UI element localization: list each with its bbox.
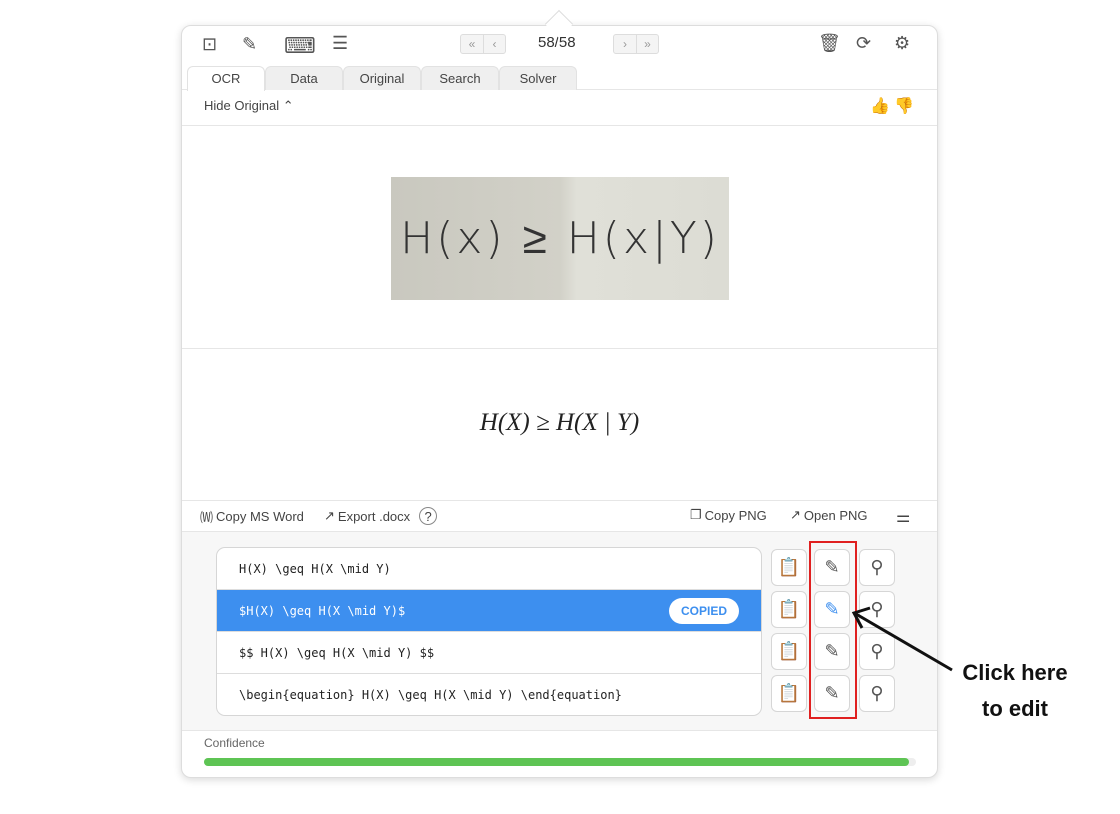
paste-clipboard-button[interactable]: 📋	[771, 633, 807, 670]
action-bar: 🄦 Copy MS Word ↗ Export .docx? ❐ Copy PNG ↗…	[182, 501, 937, 531]
result-row[interactable]: H(X) \geq H(X \mid Y)	[217, 548, 761, 590]
search-icon: ⚲	[870, 683, 884, 703]
copy-png-label: Copy PNG	[704, 507, 767, 523]
result-text: $$ H(X) \geq H(X \mid Y) $$	[239, 646, 435, 660]
result-text: \begin{equation} H(X) \geq H(X \mid Y) \…	[239, 688, 622, 702]
trash-icon[interactable]: 🗑	[818, 33, 841, 54]
export-docx-label: Export .docx	[337, 508, 411, 524]
confidence-fill	[204, 758, 909, 766]
open-png-label: Open PNG	[803, 507, 868, 523]
result-row[interactable]: \begin{equation} H(X) \geq H(X \mid Y) \…	[217, 674, 761, 715]
next-nav: ›»	[613, 34, 659, 54]
first-page-button[interactable]: «	[461, 35, 483, 53]
results-list: H(X) \geq H(X \mid Y) $H(X) \geq H(X \mi…	[216, 547, 762, 716]
copy-icon: ❐	[690, 507, 702, 522]
original-image: H(x) ≥ H(x|Y)	[391, 177, 729, 300]
keyboard-icon[interactable]: ⌨	[284, 33, 316, 59]
prev-page-button[interactable]: ‹	[483, 35, 505, 53]
confidence-bar	[204, 758, 916, 766]
copy-ms-word-label: Copy MS Word	[216, 509, 304, 524]
paste-clipboard-button[interactable]: 📋	[771, 549, 807, 586]
handwritten-formula: H(x) ≥ H(x|Y)	[400, 213, 720, 264]
text-lines-icon[interactable]: ☰	[332, 33, 348, 54]
crop-screen-icon[interactable]: ⊡	[202, 34, 217, 55]
refresh-icon[interactable]: ⟳	[856, 33, 871, 54]
open-png-button[interactable]: ↗ Open PNG	[790, 507, 868, 523]
sliders-icon[interactable]: ⚌	[896, 507, 910, 527]
tab-solver[interactable]: Solver	[499, 66, 577, 90]
app-window: ⊡ ✎ ⌨ ☰ «‹ 58/58 ›» 🗑 ⟳ ⚙ OCR Data Origi…	[181, 25, 938, 778]
search-button[interactable]: ⚲	[859, 549, 895, 586]
thumbs-up-icon[interactable]: 👍	[870, 96, 890, 116]
tab-bar: OCR Data Original Search Solver	[182, 64, 937, 91]
divider	[182, 125, 937, 126]
arrow-line	[855, 612, 953, 672]
search-icon: ⚲	[870, 557, 884, 577]
result-row[interactable]: $$ H(X) \geq H(X \mid Y) $$	[217, 632, 761, 674]
clipboard-icon: 📋	[777, 683, 801, 703]
hide-original-toggle[interactable]: Hide Original ⌃	[204, 98, 294, 114]
pen-icon[interactable]: ✎	[242, 34, 257, 55]
help-icon[interactable]: ?	[419, 507, 438, 525]
result-text: $H(X) \geq H(X \mid Y)$	[239, 604, 406, 618]
export-docx-button[interactable]: ↗ Export .docx?	[324, 507, 438, 525]
tab-ocr[interactable]: OCR	[187, 66, 265, 91]
annotation-line: to edit	[982, 696, 1048, 721]
next-page-button[interactable]: ›	[614, 35, 636, 53]
copy-ms-word-button[interactable]: 🄦 Copy MS Word	[200, 507, 304, 526]
copy-png-button[interactable]: ❐ Copy PNG	[690, 507, 767, 523]
annotation-line: Click here	[962, 660, 1068, 685]
paste-clipboard-button[interactable]: 📋	[771, 675, 807, 712]
search-button[interactable]: ⚲	[859, 675, 895, 712]
external-link-icon: ↗	[324, 508, 335, 523]
prev-nav: «‹	[460, 34, 506, 54]
paste-clipboard-button[interactable]: 📋	[771, 591, 807, 628]
clipboard-icon: 📋	[777, 641, 801, 661]
tab-original[interactable]: Original	[343, 66, 421, 90]
chevron-up-icon: ⌃	[282, 98, 294, 113]
thumbs-down-icon[interactable]: 👎	[894, 96, 914, 116]
arrow-annotation	[851, 606, 953, 672]
hide-original-label: Hide Original	[204, 98, 280, 113]
result-row-selected[interactable]: $H(X) \geq H(X \mid Y)$ COPIED	[217, 590, 761, 632]
clipboard-icon: 📋	[777, 557, 801, 577]
external-link-icon: ↗	[790, 507, 801, 522]
word-icon: 🄦	[200, 510, 214, 525]
copied-badge: COPIED	[668, 598, 739, 624]
tab-data[interactable]: Data	[265, 66, 343, 90]
gear-icon[interactable]: ⚙	[894, 33, 910, 54]
tab-search[interactable]: Search	[421, 66, 499, 90]
last-page-button[interactable]: »	[636, 35, 658, 53]
annotation-text: Click here to edit	[950, 655, 1080, 727]
confidence-label: Confidence	[204, 736, 265, 750]
rendered-formula: H(X) ≥ H(X | Y)	[479, 409, 640, 436]
clipboard-icon: 📋	[777, 599, 801, 619]
result-text: H(X) \geq H(X \mid Y)	[239, 562, 391, 576]
divider	[182, 348, 937, 349]
